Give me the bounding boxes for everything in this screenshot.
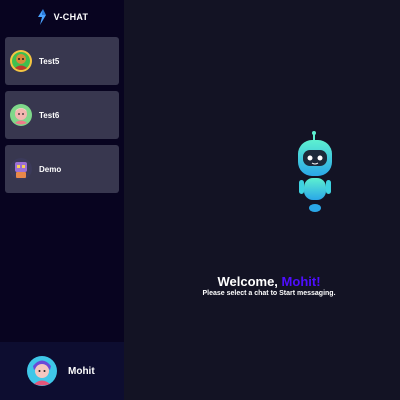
current-user-panel: Mohit <box>0 342 124 400</box>
avatar-green-icon <box>10 50 32 72</box>
app-window: V-CHAT Test5 Test6 Demo Mohit Welcome, M… <box>0 0 400 400</box>
welcome-message: Welcome, Mohit! Please select a chat to … <box>124 274 400 297</box>
sidebar: V-CHAT Test5 Test6 Demo Mohit <box>0 0 124 400</box>
welcome-user-name: Mohit! <box>281 274 321 289</box>
avatar-pink-icon <box>10 104 32 126</box>
contact-name: Test6 <box>39 110 60 120</box>
welcome-subtitle: Please select a chat to Start messaging. <box>202 290 336 297</box>
contact-list: Test5 Test6 Demo <box>0 34 124 193</box>
contact-item-test6[interactable]: Test6 <box>5 91 119 139</box>
welcome-title: Welcome, Mohit! <box>124 274 400 289</box>
app-logo-icon <box>37 9 46 25</box>
avatar-current-user-icon <box>27 356 57 386</box>
robot-mascot-icon <box>298 131 332 212</box>
contact-item-demo[interactable]: Demo <box>5 145 119 193</box>
current-user-name: Mohit <box>68 365 95 377</box>
contact-item-test5[interactable]: Test5 <box>5 37 119 85</box>
app-name: V-CHAT <box>53 12 89 22</box>
contact-name: Demo <box>39 164 62 174</box>
welcome-greeting: Welcome, <box>217 274 278 289</box>
welcome-panel: Welcome, Mohit! Please select a chat to … <box>124 0 400 400</box>
contact-name: Test5 <box>39 56 60 66</box>
brand-header: V-CHAT <box>0 0 124 34</box>
avatar-robot-icon <box>10 158 32 180</box>
